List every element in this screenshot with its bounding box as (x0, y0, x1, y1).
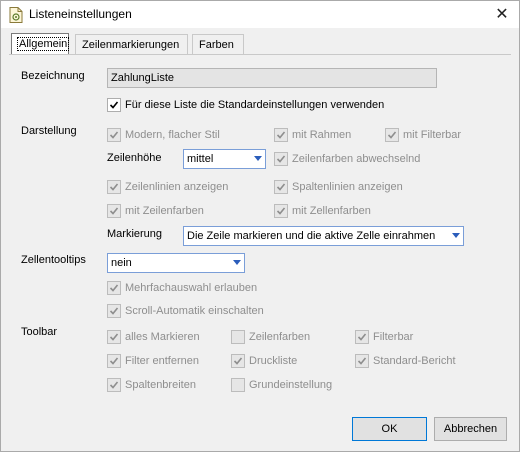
cancel-button[interactable]: Abbrechen (434, 417, 507, 441)
document-settings-icon (9, 7, 23, 23)
checkbox-box (274, 204, 288, 218)
checkbox-box (107, 330, 121, 344)
checkbox-label: alles Markieren (125, 331, 200, 343)
checkbox-box (231, 354, 245, 368)
checkbox-box (107, 304, 121, 318)
ok-button[interactable]: OK (352, 417, 427, 441)
checkbox-label: Grundeinstellung (249, 379, 333, 391)
checkbox-label: Zeilenlinien anzeigen (125, 181, 229, 193)
checkbox-box (107, 281, 121, 295)
checkbox-box (231, 330, 245, 344)
checkbox-label: Druckliste (249, 355, 298, 367)
checkbox-label: Standard-Bericht (373, 355, 456, 367)
checkbox-label: mit Rahmen (292, 129, 352, 141)
checkbox-label: Filter entfernen (125, 355, 199, 367)
markierung-select[interactable]: Die Zeile markieren und die aktive Zelle… (183, 226, 464, 246)
checkbox-label: Zeilenfarben (249, 331, 311, 343)
checkbox-box (107, 204, 121, 218)
checkbox-label: mit Filterbar (403, 129, 462, 141)
checkbox-label: Filterbar (373, 331, 414, 343)
checkbox-label: Spaltenbreiten (125, 379, 196, 391)
checkbox-box (107, 180, 121, 194)
checkbox-box (107, 128, 121, 142)
checkbox-box (107, 98, 121, 112)
checkbox-box (274, 152, 288, 166)
tab-allgemein[interactable]: Allgemein (11, 33, 70, 55)
darstellung-label: Darstellung (21, 125, 77, 137)
toolbar-label: Toolbar (21, 326, 58, 338)
checkbox-label: Spaltenlinien anzeigen (292, 181, 403, 193)
checkbox-box (274, 128, 288, 142)
tab-label: Farben (199, 39, 234, 51)
title-bar[interactable]: Listeneinstellungen ✕ (1, 1, 519, 28)
zeilenhoehe-label: Zeilenhöhe (107, 152, 162, 164)
tab-label: Zeilenmarkierungen (82, 39, 180, 51)
zeilenhoehe-select[interactable]: mittel (183, 149, 266, 169)
checkbox-label: Zeilenfarben abwechselnd (292, 153, 421, 165)
close-icon[interactable]: ✕ (491, 5, 513, 25)
chevron-down-icon (452, 233, 460, 238)
bezeichnung-label: Bezeichnung (21, 70, 85, 82)
checkbox-label: Modern, flacher Stil (125, 129, 220, 141)
zellentooltips-select[interactable]: nein (107, 253, 245, 273)
checkbox-box (274, 180, 288, 194)
markierung-label: Markierung (107, 228, 163, 240)
checkbox-box (355, 354, 369, 368)
tab-label: Allgemein (16, 37, 70, 51)
select-value: nein (111, 257, 132, 269)
tab-zeilenmarkierungen[interactable]: Zeilenmarkierungen (75, 34, 188, 54)
select-value: Die Zeile markieren und die aktive Zelle… (187, 230, 436, 242)
window-title: Listeneinstellungen (29, 7, 132, 21)
select-value: mittel (187, 153, 214, 165)
checkbox-label: mit Zellenfarben (292, 205, 371, 217)
chevron-down-icon (254, 156, 262, 161)
checkbox-label: Mehrfachauswahl erlauben (125, 282, 258, 294)
bezeichnung-field[interactable]: ZahlungListe (107, 68, 437, 88)
checkbox-box (355, 330, 369, 344)
zellentooltips-label: Zellentooltips (21, 254, 86, 266)
checkbox-label: Scroll-Automatik einschalten (125, 305, 264, 317)
checkbox-label: Für diese Liste die Standardeinstellunge… (125, 99, 385, 111)
chevron-down-icon (233, 260, 241, 265)
checkbox-box (107, 354, 121, 368)
checkbox-label: mit Zeilenfarben (125, 205, 204, 217)
checkbox-box (231, 378, 245, 392)
checkbox-box (107, 378, 121, 392)
checkbox-box (385, 128, 399, 142)
tab-farben[interactable]: Farben (192, 34, 244, 54)
